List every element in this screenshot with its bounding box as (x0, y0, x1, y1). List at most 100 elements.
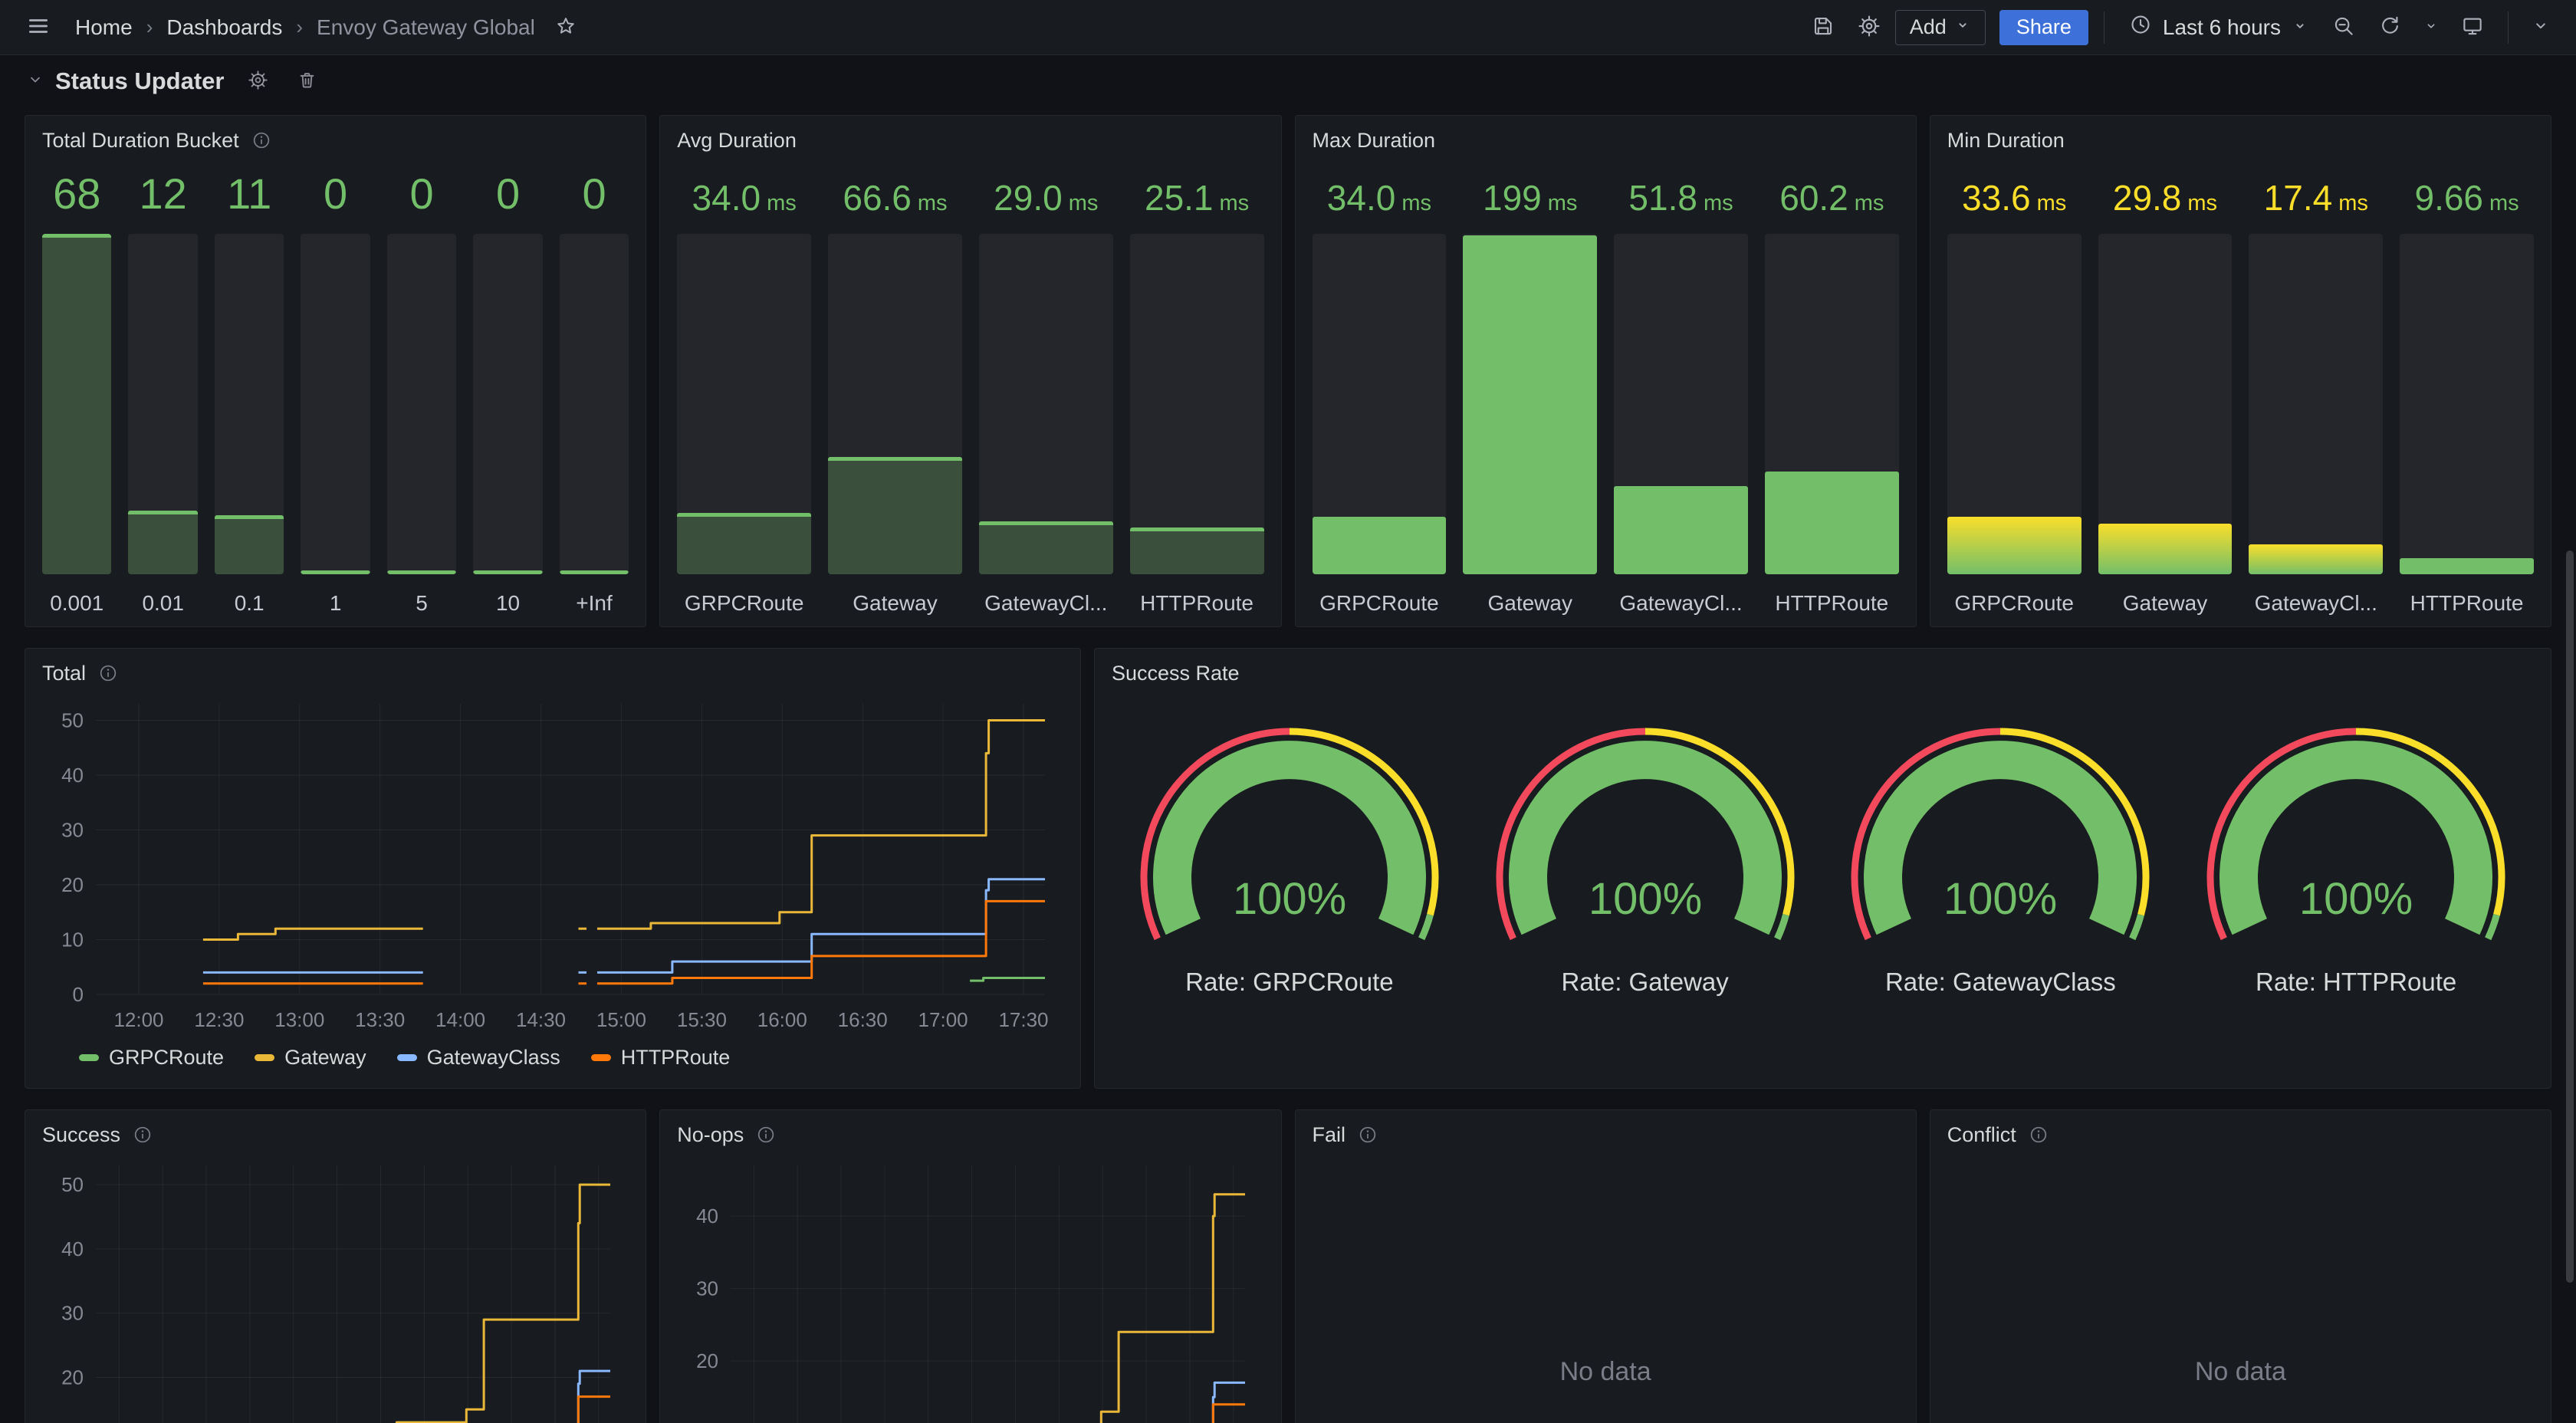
legend-item[interactable]: HTTPRoute (591, 1046, 731, 1070)
bar-gauge-label: 0.01 (128, 591, 197, 616)
time-range-picker[interactable]: Last 6 hours (2120, 9, 2318, 46)
info-icon[interactable] (251, 130, 271, 150)
zoom-out-icon (2332, 15, 2355, 40)
time-series-chart: 1020304012:0012:3013:0013:3014:0014:3015… (677, 1155, 1263, 1423)
bar-gauge-label: HTTPRoute (2400, 591, 2534, 616)
legend-swatch (591, 1054, 611, 1061)
info-icon[interactable] (98, 663, 118, 683)
gauge-label: Rate: HTTPRoute (2256, 968, 2456, 997)
bar-gauge-label: Gateway (828, 591, 962, 616)
x-axis-label: 17:00 (918, 1008, 968, 1031)
refresh-button[interactable] (2370, 8, 2410, 48)
stat-value: 34.0ms (1313, 180, 1447, 215)
stat-value-number: 11 (227, 169, 271, 218)
gauge-label: Rate: GatewayClass (1885, 968, 2116, 997)
bar-gauge-bar (2400, 234, 2534, 574)
collapse-toolbar-button[interactable] (2524, 8, 2558, 48)
stat-value-number: 34.0 (1327, 178, 1396, 218)
hamburger-icon (27, 15, 50, 40)
panel-title: Avg Duration (677, 129, 797, 153)
nodata-body: No data (1930, 1155, 2551, 1423)
x-axis-label: 15:00 (596, 1008, 646, 1031)
info-icon[interactable] (2029, 1125, 2049, 1145)
legend-item[interactable]: Gateway (255, 1046, 366, 1070)
y-axis-label: 30 (61, 1302, 84, 1325)
share-button[interactable]: Share (1999, 10, 2088, 45)
stat-value-number: 0 (582, 169, 606, 218)
info-icon[interactable] (133, 1125, 153, 1145)
panel-header[interactable]: Success Rate (1095, 649, 2551, 693)
save-dashboard-button[interactable] (1803, 8, 1843, 48)
row-delete-button[interactable] (291, 66, 322, 97)
panel-header[interactable]: Max Duration (1296, 116, 1916, 160)
bar-gauge-bar (1765, 234, 1899, 574)
panel-header[interactable]: Total (25, 649, 1080, 693)
bar-gauge-fill (2400, 558, 2534, 574)
bar-gauge-label: HTTPRoute (1765, 591, 1899, 616)
row-collapse-toggle[interactable]: Status Updater (26, 67, 224, 95)
refresh-interval-dropdown[interactable] (2416, 8, 2446, 48)
favorite-star-button[interactable] (549, 11, 583, 44)
panel-header[interactable]: Avg Duration (660, 116, 1280, 160)
stat-value: 12 (128, 173, 197, 215)
row-settings-button[interactable] (242, 66, 273, 97)
legend-item[interactable]: GatewayClass (397, 1046, 560, 1070)
bar-gauge-label: 0.1 (215, 591, 284, 616)
stat-value: 17.4ms (2249, 180, 2383, 215)
stat-value-number: 60.2 (1779, 178, 1848, 218)
stat-value-unit: ms (1220, 191, 1250, 215)
info-icon[interactable] (756, 1125, 776, 1145)
y-axis-label: 50 (61, 709, 84, 732)
x-axis-label: 16:30 (838, 1008, 888, 1031)
x-axis-label: 17:30 (998, 1008, 1048, 1031)
panel-header[interactable]: No-ops (660, 1110, 1280, 1155)
stat-value: 9.66ms (2400, 180, 2534, 215)
panel-conflict: Conflict No data (1930, 1109, 2551, 1423)
stat-value-unit: ms (2489, 191, 2519, 215)
stat-value-number: 29.8 (2113, 178, 2182, 218)
page-scrollbar-thumb[interactable] (2566, 550, 2574, 1283)
panel-success: Success 0102030405012:0012:3013:0013:301… (25, 1109, 646, 1423)
bar-gauge-fill (560, 570, 629, 574)
gauge: 100%Rate: Gateway (1480, 715, 1810, 1077)
bar-gauge-body: 34.0ms66.6ms29.0ms25.1msGRPCRouteGateway… (660, 160, 1280, 626)
panel-success-rate: Success Rate 100%Rate: GRPCRoute100%Rate… (1094, 648, 2551, 1089)
gauge: 100%Rate: HTTPRoute (2191, 715, 2521, 1077)
breadcrumb-dashboards[interactable]: Dashboards (166, 15, 282, 40)
panel-header[interactable]: Fail (1296, 1110, 1916, 1155)
panel-header[interactable]: Min Duration (1930, 116, 2551, 160)
stat-value-number: 68 (53, 169, 100, 218)
bar-gauge-fill (979, 521, 1113, 574)
panel-header[interactable]: Total Duration Bucket (25, 116, 646, 160)
bar-gauge-bar (301, 234, 370, 574)
bar-gauge-bar (215, 234, 284, 574)
gauge-value: 100% (1944, 874, 2057, 924)
caret-down-icon (2423, 18, 2440, 37)
bar-gauge-fill (1313, 517, 1447, 574)
dashboard-settings-button[interactable] (1849, 8, 1889, 48)
tv-kiosk-mode-button[interactable] (2453, 8, 2492, 48)
stat-value-number: 34.0 (692, 178, 761, 218)
no-data-message: No data (1947, 1155, 2534, 1423)
add-button[interactable]: Add (1895, 10, 1986, 45)
zoom-out-time-button[interactable] (2324, 8, 2364, 48)
info-icon[interactable] (1358, 1125, 1378, 1145)
bar-gauge-label: Gateway (1463, 591, 1597, 616)
gauge-arc: 100% (1480, 715, 1810, 946)
stat-value-unit: ms (767, 191, 797, 215)
series-line-GatewayClass (203, 879, 1045, 973)
bar-gauge-label: GatewayCl... (979, 591, 1113, 616)
bar-gauge-fill (1614, 486, 1748, 574)
bar-gauge-fill (1765, 472, 1899, 574)
series-line-GatewayClass (789, 1382, 1245, 1423)
menu-toggle-button[interactable] (18, 8, 58, 48)
panel-header[interactable]: Success (25, 1110, 646, 1155)
clock-icon (2129, 13, 2152, 41)
panel-header[interactable]: Conflict (1930, 1110, 2551, 1155)
series-line-GRPCRoute (970, 978, 1045, 981)
breadcrumb-home[interactable]: Home (75, 15, 133, 40)
legend-item[interactable]: GRPCRoute (79, 1046, 224, 1070)
breadcrumb: Home › Dashboards › Envoy Gateway Global (75, 11, 583, 44)
chart-plot-area: 0102030405012:0012:3013:0013:3014:0014:3… (42, 693, 1063, 1037)
gear-icon (1858, 15, 1881, 40)
